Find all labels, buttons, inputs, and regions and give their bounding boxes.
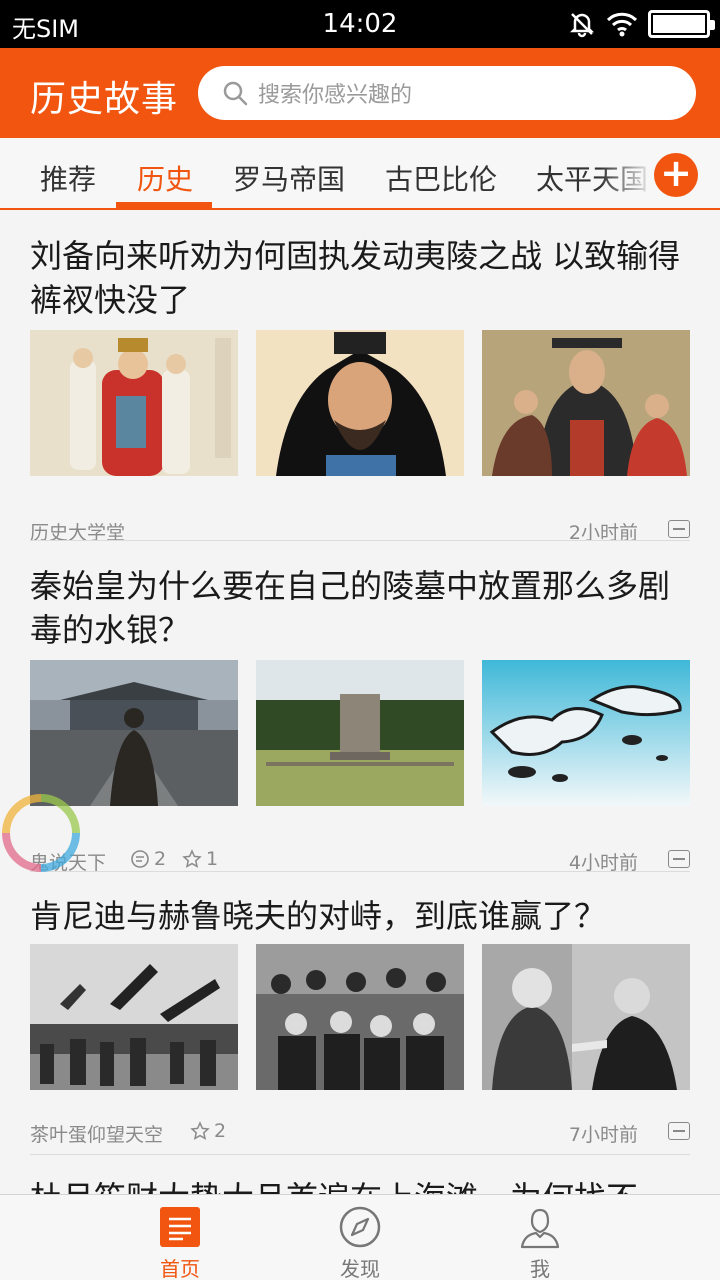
nav-profile-label: 我	[530, 1257, 550, 1280]
thumbnail-image[interactable]	[256, 660, 464, 806]
page-title: 历史故事	[30, 79, 179, 120]
profile-icon	[520, 1208, 560, 1249]
app-header: 历史故事 搜索你感兴趣的	[0, 48, 720, 138]
thumbnail-image[interactable]	[30, 660, 238, 806]
star-count-value: 2	[214, 1120, 227, 1142]
article-meta: 历史大学堂 2小时前	[30, 518, 690, 548]
thumbnail-row	[30, 660, 690, 806]
star-count: 2	[190, 1120, 226, 1142]
article-title[interactable]: 肯尼迪与赫鲁晓夫的对峙，到底谁赢了？	[30, 894, 690, 938]
article-meta: 鬼说天下 2 1 4小时前	[30, 848, 690, 878]
article-card[interactable]: 肯尼迪与赫鲁晓夫的对峙，到底谁赢了？ 茶叶蛋仰望天空 2 7小时前	[30, 894, 690, 1146]
wifi-icon	[606, 12, 638, 37]
article-title[interactable]: 杜月笙财大势大且首遍在上海滩，为何找不	[30, 1176, 690, 1194]
star-icon	[182, 849, 202, 868]
thumbnail-row	[30, 944, 690, 1090]
article-card[interactable]: 杜月笙财大势大且首遍在上海滩，为何找不	[30, 1176, 690, 1194]
article-card[interactable]: 刘备向来听劝为何固执发动夷陵之战 以致输得裤衩快没了 历史大学堂 2小时前	[30, 234, 690, 544]
bottom-navigation: 首页 发现 我	[0, 1194, 720, 1280]
home-list-icon	[160, 1207, 200, 1247]
add-category-button[interactable]: +	[654, 153, 698, 197]
nav-discover-label: 发现	[340, 1257, 380, 1280]
search-input[interactable]: 搜索你感兴趣的	[258, 77, 412, 109]
star-icon	[190, 1121, 210, 1140]
nav-home-label: 首页	[160, 1257, 200, 1280]
tab-history[interactable]: 历史	[137, 158, 193, 198]
article-title[interactable]: 秦始皇为什么要在自己的陵墓中放置那么多剧毒的水银？	[30, 564, 690, 652]
mute-bell-icon	[569, 13, 595, 38]
divider	[30, 871, 690, 872]
nav-profile[interactable]: 我	[450, 1195, 630, 1280]
status-icons	[568, 10, 715, 38]
thumbnail-image[interactable]	[30, 944, 238, 1090]
dismiss-button[interactable]	[668, 520, 690, 538]
thumbnail-image[interactable]	[482, 660, 690, 806]
article-source[interactable]: 茶叶蛋仰望天空	[30, 1120, 163, 1147]
star-count-value: 1	[206, 848, 219, 870]
active-tab-indicator	[116, 202, 212, 208]
category-tabs: 推荐 历史 罗马帝国 古巴比伦 太平天国 +	[0, 138, 720, 210]
comment-count-value: 2	[154, 848, 167, 870]
dismiss-button[interactable]	[668, 1122, 690, 1140]
nav-home[interactable]: 首页	[90, 1195, 270, 1280]
battery-icon	[648, 10, 715, 38]
comment-icon	[131, 850, 149, 868]
comment-count: 2	[130, 848, 166, 870]
tab-recommend[interactable]: 推荐	[40, 158, 96, 198]
thumbnail-image[interactable]	[30, 330, 238, 476]
search-bar[interactable]: 搜索你感兴趣的	[198, 66, 696, 120]
nav-discover[interactable]: 发现	[270, 1195, 450, 1280]
article-time: 7小时前	[568, 1124, 638, 1146]
thumbnail-image[interactable]	[482, 944, 690, 1090]
thumbnail-image[interactable]	[256, 330, 464, 476]
divider	[30, 1154, 690, 1155]
article-card[interactable]: 秦始皇为什么要在自己的陵墓中放置那么多剧毒的水银？ 鬼说天下 2 1 4小时前	[30, 564, 690, 874]
star-count: 1	[182, 848, 218, 870]
status-bar: 无SIM 14:02	[0, 0, 720, 48]
compass-icon	[339, 1206, 381, 1248]
plus-icon: +	[660, 151, 692, 195]
thumbnail-image[interactable]	[256, 944, 464, 1090]
tab-roman-empire[interactable]: 罗马帝国	[233, 158, 345, 198]
tab-babylon[interactable]: 古巴比伦	[385, 158, 497, 198]
search-icon	[223, 81, 248, 106]
dismiss-button[interactable]	[668, 850, 690, 868]
thumbnail-row	[30, 330, 690, 476]
divider	[30, 540, 690, 541]
loading-spinner-icon	[2, 794, 80, 872]
thumbnail-image[interactable]	[482, 330, 690, 476]
article-title[interactable]: 刘备向来听劝为何固执发动夷陵之战 以致输得裤衩快没了	[30, 234, 690, 322]
article-meta: 茶叶蛋仰望天空 2 7小时前	[30, 1120, 690, 1150]
article-feed[interactable]: 刘备向来听劝为何固执发动夷陵之战 以致输得裤衩快没了 历史大学堂 2小时前 秦始…	[0, 212, 720, 1194]
